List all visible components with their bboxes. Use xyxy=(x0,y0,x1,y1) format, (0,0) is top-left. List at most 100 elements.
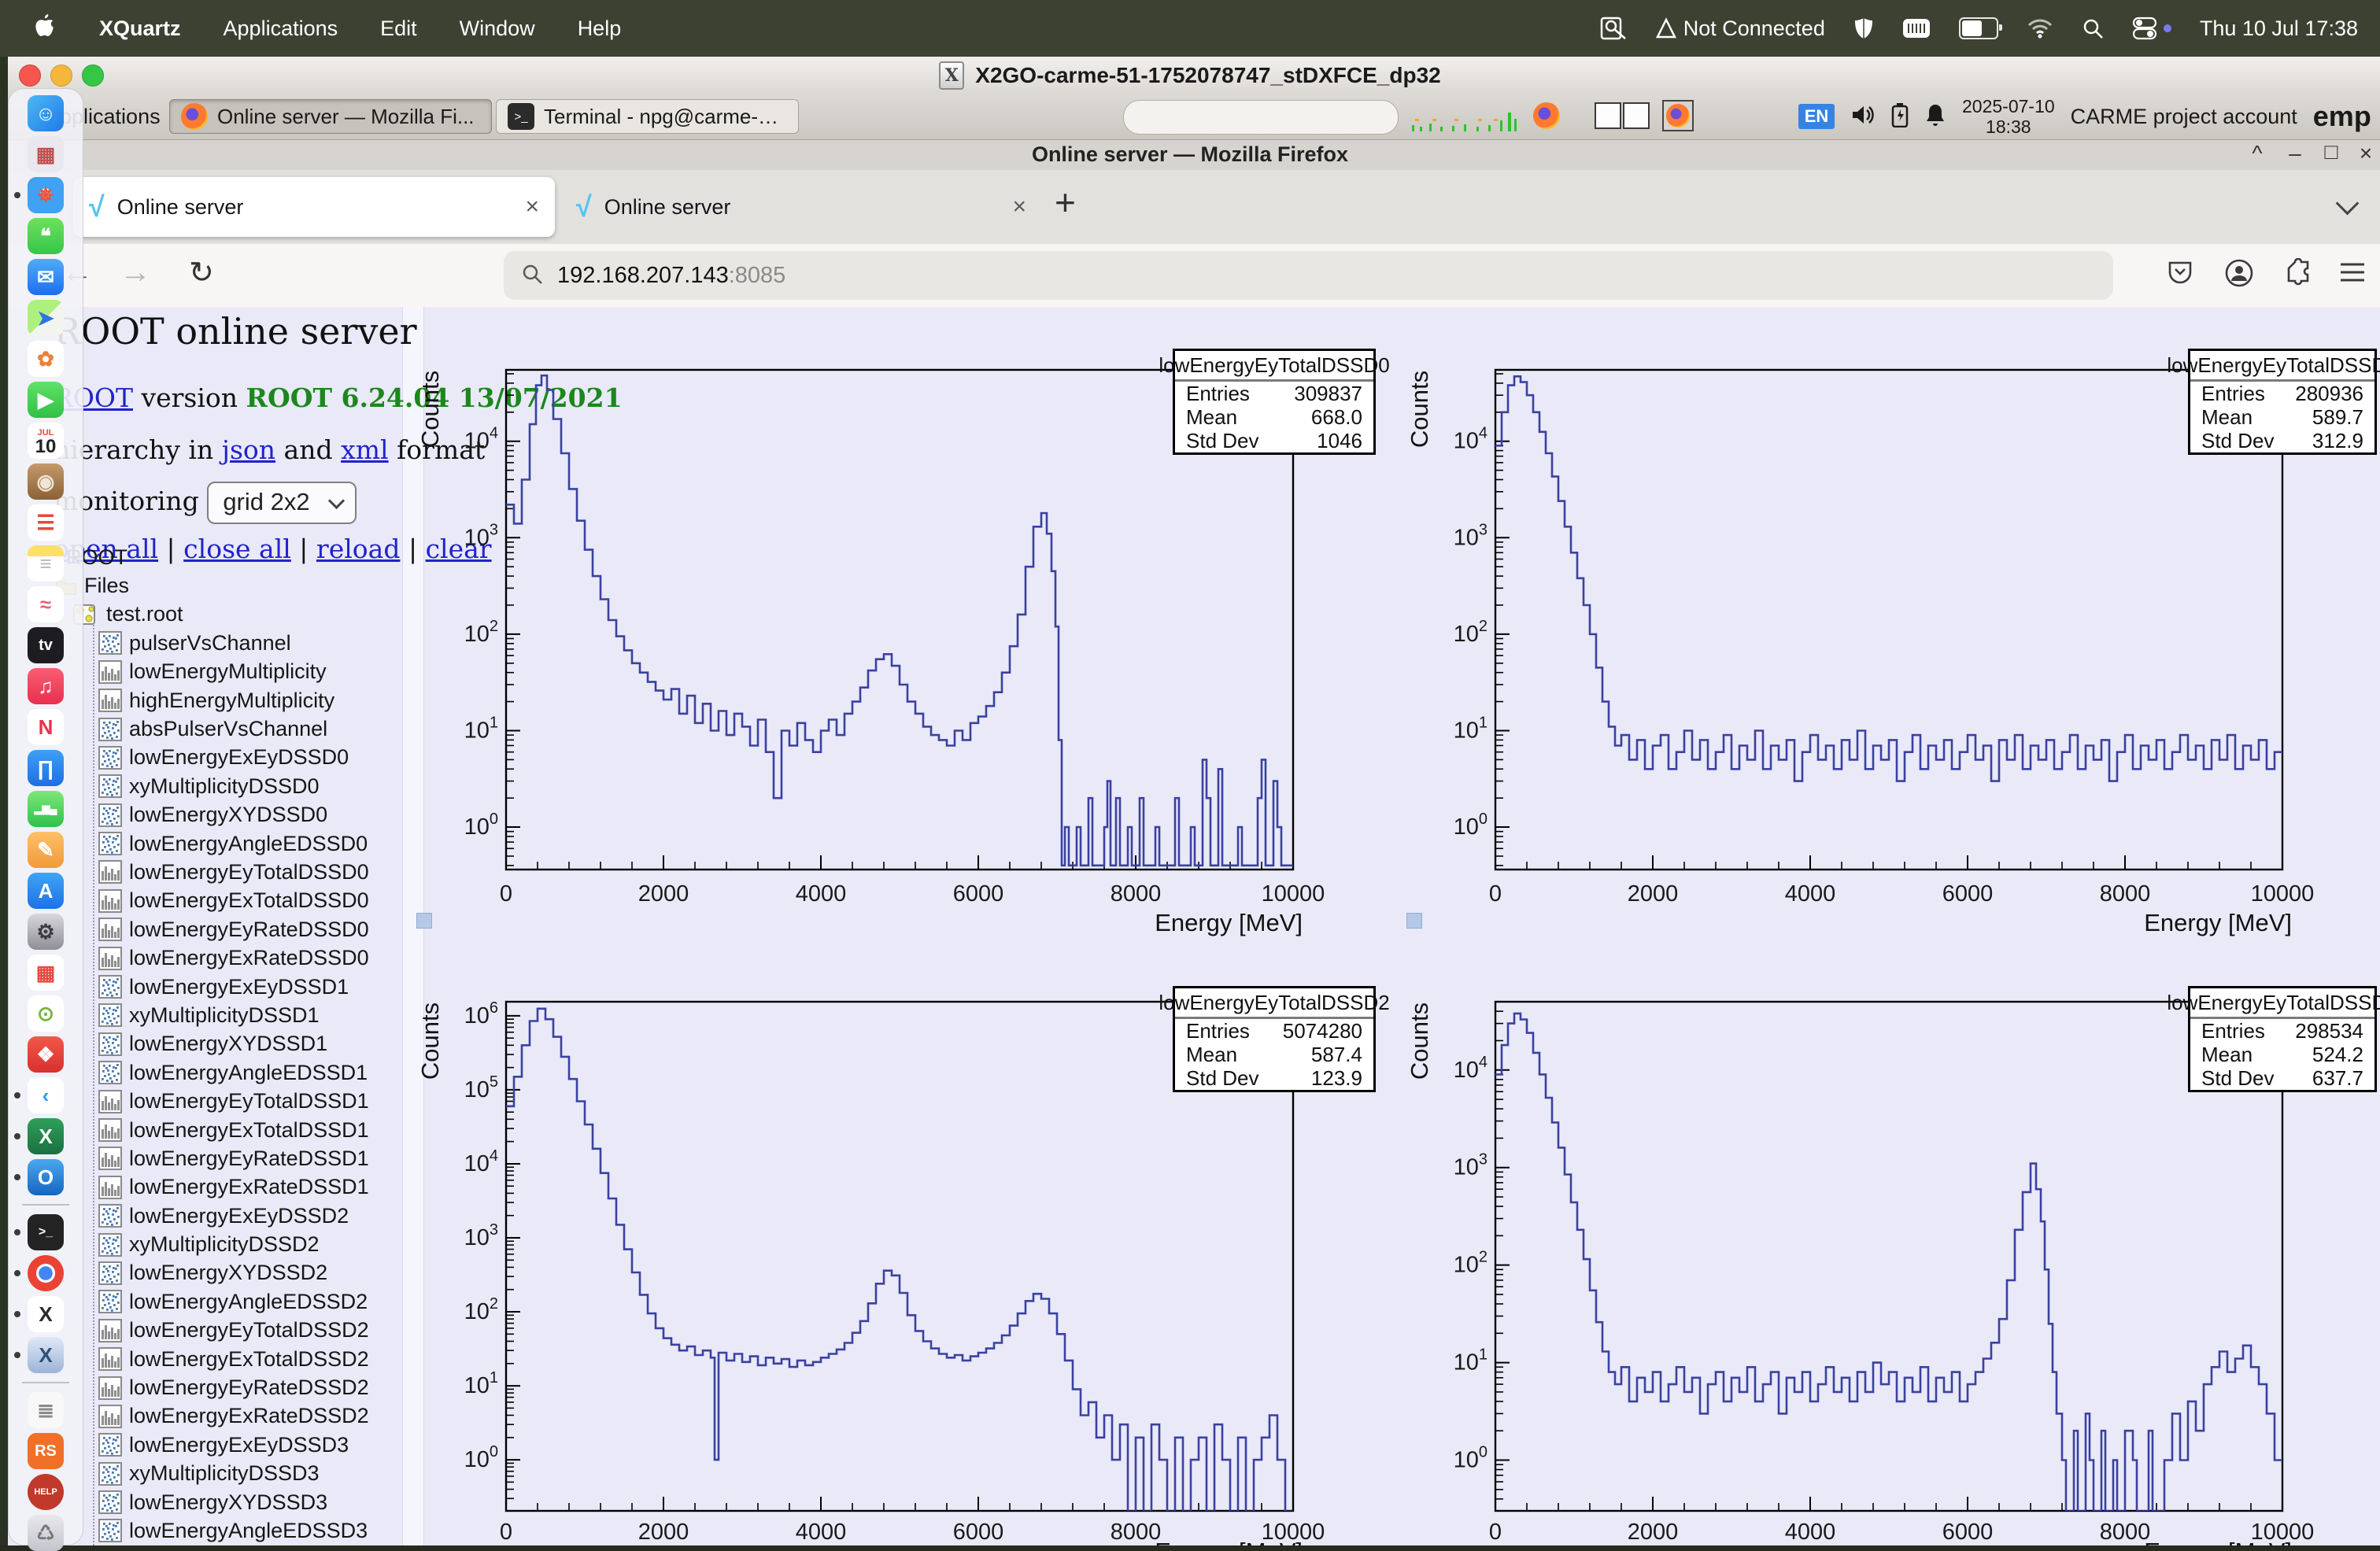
dock-icon-calendar[interactable]: JUL10 xyxy=(8,423,83,459)
taskbar-window-terminal[interactable]: >_Terminal - npg@carme-gsi... xyxy=(496,99,799,134)
shield-icon[interactable] xyxy=(1853,17,1874,40)
dock-icon-maps[interactable]: ➤ xyxy=(8,300,83,336)
screen-sharing-icon[interactable] xyxy=(1600,17,1627,40)
menubar-clock[interactable]: Thu 10 Jul 17:38 xyxy=(2200,17,2358,41)
not-connected-label[interactable]: Not Connected xyxy=(1683,17,1825,41)
account-icon[interactable] xyxy=(2224,258,2254,292)
dock-icon-news[interactable]: N xyxy=(8,709,83,745)
stat-row-std_dev: Std Dev123.9 xyxy=(1175,1066,1373,1090)
svg-text:104: 104 xyxy=(464,1147,498,1176)
dock-icon-red-diamond-app[interactable]: ❖ xyxy=(8,1036,83,1073)
search-icon[interactable] xyxy=(2082,17,2104,39)
tab-close-icon[interactable]: × xyxy=(989,194,1026,220)
taskbar-clock[interactable]: 2025-07-10 18:38 xyxy=(1962,96,2055,137)
control-center-icon[interactable] xyxy=(2132,17,2171,40)
battery-icon[interactable] xyxy=(1959,17,1998,39)
new-tab-button[interactable]: + xyxy=(1055,181,1076,223)
taskbar-window-firefox[interactable]: Online server — Mozilla Fi... xyxy=(169,99,492,134)
dock-icon-x2go-client[interactable]: X xyxy=(8,1337,83,1373)
maximize-window-icon[interactable]: □ xyxy=(2315,139,2347,164)
apple-logo-icon[interactable] xyxy=(33,13,57,45)
stat-box-lowEnergyEyTotalDSSD1[interactable]: lowEnergyEyTotalDSSD1Entries280936Mean58… xyxy=(2188,349,2377,455)
close-window-icon[interactable]: × xyxy=(2350,141,2380,166)
menu-window[interactable]: Window xyxy=(460,17,535,41)
dock-icon-finder[interactable]: ☺ xyxy=(8,95,83,131)
dock-icon-xquartz[interactable]: X xyxy=(8,1296,83,1332)
svg-text:0: 0 xyxy=(1489,1520,1502,1545)
dock-icon-vscode[interactable]: ‹ xyxy=(8,1077,83,1113)
menu-help[interactable]: Help xyxy=(578,17,622,41)
stat-box-lowEnergyEyTotalDSSD3[interactable]: lowEnergyEyTotalDSSD3Entries298534Mean52… xyxy=(2188,986,2377,1092)
dock-icon-safari[interactable]: ✵ xyxy=(8,177,83,213)
menu-applications[interactable]: Applications xyxy=(224,17,338,41)
svg-text:104: 104 xyxy=(464,425,498,454)
minimize-window-icon[interactable]: – xyxy=(2279,141,2311,166)
svg-text:10000: 10000 xyxy=(2251,881,2315,907)
firefox-launcher-icon[interactable] xyxy=(1533,102,1560,129)
svg-text:101: 101 xyxy=(1454,1346,1488,1376)
pocket-icon[interactable] xyxy=(2166,258,2194,290)
dock-icon-outlook[interactable]: O xyxy=(8,1159,83,1195)
dock-icon-music[interactable]: ♫ xyxy=(8,668,83,704)
dock-icon-chrome[interactable]: ● xyxy=(8,1255,83,1291)
dock-icon-apple-tv[interactable]: tv xyxy=(8,627,83,663)
plot-panel-lowEnergyEyTotalDSSD3: 0200040006000800010000100101102103104Cou… xyxy=(1406,1002,2314,1545)
workspace-2[interactable] xyxy=(1623,102,1650,129)
dock-icon-help-support[interactable]: HELP xyxy=(8,1474,83,1510)
root-canvas-grid[interactable]: 0200040006000800010000100101102103104Cou… xyxy=(0,307,2380,1545)
url-bar[interactable]: 192.168.207.143:8085 xyxy=(504,251,2113,300)
dock-icon-numbers[interactable]: ▂▆▄ xyxy=(8,791,83,827)
svg-text:100: 100 xyxy=(464,1443,498,1472)
svg-text:6000: 6000 xyxy=(1942,1520,1994,1545)
svg-text:6000: 6000 xyxy=(953,881,1004,907)
list-all-tabs-icon[interactable] xyxy=(2336,192,2360,216)
dock-icon-notes[interactable]: ≡ xyxy=(8,545,83,582)
menu-edit[interactable]: Edit xyxy=(380,17,417,41)
reload-button[interactable]: ↻ xyxy=(189,255,214,290)
dock-icon-excel[interactable]: X xyxy=(8,1118,83,1154)
forward-button[interactable]: → xyxy=(120,255,151,290)
dock-icon-photos[interactable]: ✿ xyxy=(8,341,83,377)
dock-icon-system-settings[interactable]: ⚙ xyxy=(8,914,83,950)
hamburger-menu-icon[interactable] xyxy=(2339,261,2366,289)
stat-box-lowEnergyEyTotalDSSD0[interactable]: lowEnergyEyTotalDSSD0Entries309837Mean66… xyxy=(1173,349,1376,455)
dock-icon-pages[interactable]: ✎ xyxy=(8,832,83,868)
keyboard-layout-indicator[interactable]: EN xyxy=(1798,104,1835,129)
stat-row-std_dev: Std Dev637.7 xyxy=(2190,1066,2374,1090)
dock-icon-keynote[interactable]: ∏ xyxy=(8,750,83,786)
stat-box-title: lowEnergyEyTotalDSSD0 xyxy=(1175,351,1373,382)
dock-icon-facetime[interactable]: ▶ xyxy=(8,382,83,418)
svg-text:104: 104 xyxy=(1454,1054,1488,1083)
menubar-app-name[interactable]: XQuartz xyxy=(99,17,181,41)
dock-icon-trash[interactable]: ♺ xyxy=(8,1515,83,1551)
tab-online-server-2[interactable]: √ Online server × xyxy=(560,177,1042,237)
power-battery-icon[interactable] xyxy=(1891,102,1909,131)
dock-icon-contacts[interactable]: ◉ xyxy=(8,463,83,500)
dock-icon-terminal[interactable]: >_ xyxy=(8,1214,83,1250)
dock-icon-app-store[interactable]: A xyxy=(8,873,83,909)
notification-bell-icon[interactable] xyxy=(1924,102,1946,131)
dock-icon-launchpad[interactable]: ▦ xyxy=(8,136,83,172)
svg-text:102: 102 xyxy=(464,1295,498,1324)
dock-icon-reminders[interactable]: ☰ xyxy=(8,504,83,541)
shade-window-icon[interactable]: ^ xyxy=(2241,141,2273,166)
volume-icon[interactable] xyxy=(1850,103,1876,131)
dock-icon-keychain-lock[interactable]: ⊙ xyxy=(8,995,83,1032)
tab-online-server-1[interactable]: √ Online server × xyxy=(73,177,555,237)
dock-icon-messages[interactable]: ❝ xyxy=(8,218,83,254)
firefox-window-list-icon[interactable] xyxy=(1662,100,1694,131)
keyboard-icon[interactable] xyxy=(1902,18,1931,39)
stat-box-lowEnergyEyTotalDSSD2[interactable]: lowEnergyEyTotalDSSD2Entries5074280Mean5… xyxy=(1173,986,1376,1092)
taskbar-search-pill[interactable] xyxy=(1123,100,1399,135)
workspace-1[interactable] xyxy=(1595,102,1621,129)
dock-icon-mail[interactable]: ✉ xyxy=(8,259,83,295)
plot-panel-lowEnergyEyTotalDSSD0: 0200040006000800010000100101102103104Cou… xyxy=(416,370,1325,936)
dock-icon-document[interactable]: ≣ xyxy=(8,1392,83,1428)
tab-close-icon[interactable]: × xyxy=(501,194,539,220)
dock-icon-freeform[interactable]: ≈ xyxy=(8,586,83,622)
wifi-icon[interactable] xyxy=(2027,18,2053,39)
dock-icon-microsoft-365[interactable]: ▦ xyxy=(8,955,83,991)
dock-icon-remote-support-rs[interactable]: RS xyxy=(8,1433,83,1469)
extensions-puzzle-icon[interactable] xyxy=(2284,258,2312,290)
histogram-line-lowEnergyEyTotalDSSD1 xyxy=(1495,376,2282,781)
